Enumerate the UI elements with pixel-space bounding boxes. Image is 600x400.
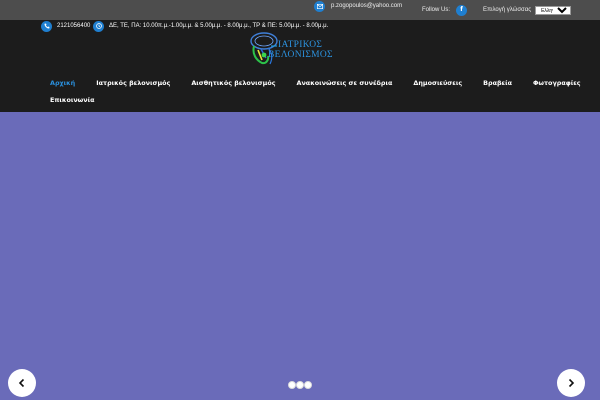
- facebook-icon[interactable]: f: [456, 4, 468, 16]
- nav-row-2: Επικοινωνία: [50, 93, 115, 107]
- envelope-icon: [314, 0, 325, 12]
- email-contact[interactable]: p.zogopoulos@yahoo.com: [314, 0, 402, 12]
- slider-prev-button[interactable]: [8, 369, 36, 397]
- email-link[interactable]: p.zogopoulos@yahoo.com: [331, 3, 402, 9]
- logo-line-2: ΒΕΛΟΝΙΣΜΟΣ: [268, 50, 333, 60]
- slider-dot[interactable]: [304, 381, 312, 389]
- nav-row-1: Αρχική Ιατρικός βελονισμός Αισθητικός βε…: [50, 76, 600, 90]
- nav-item-contact[interactable]: Επικοινωνία: [50, 96, 94, 104]
- nav-item-awards[interactable]: Βραβεία: [483, 79, 512, 87]
- chevron-left-icon: [18, 378, 25, 388]
- nav-item-aesthetic-acupuncture[interactable]: Αισθητικός βελονισμός: [191, 79, 275, 87]
- top-bar: p.zogopoulos@yahoo.com Follow Us: f Επιλ…: [0, 0, 600, 20]
- nav-item-photos[interactable]: Φωτογραφίες: [533, 79, 581, 87]
- language-selector: Επιλογή γλώσσας Ελληνικά: [483, 5, 572, 15]
- chevron-right-icon: [568, 378, 575, 388]
- phone-info[interactable]: 2121056400: [41, 20, 90, 32]
- logo-line-1: ΙΑΤΡΙΚΟΣ: [278, 40, 323, 50]
- slider-dot[interactable]: [296, 381, 304, 389]
- phone-number[interactable]: 2121056400: [57, 23, 90, 29]
- language-label: Επιλογή γλώσσας: [483, 7, 532, 13]
- nav-item-home[interactable]: Αρχική: [50, 79, 75, 87]
- language-select[interactable]: Ελληνικά: [535, 5, 572, 15]
- slider-pagination: [288, 381, 312, 389]
- follow-us: Follow Us: f: [422, 4, 468, 16]
- slider-dot[interactable]: [288, 381, 296, 389]
- nav-item-medical-acupuncture[interactable]: Ιατρικός βελονισμός: [96, 79, 170, 87]
- phone-icon: [41, 20, 52, 32]
- slider-next-button[interactable]: [557, 369, 585, 397]
- opening-hours: ΔΕ, ΤΕ, ΠΑ: 10.00π.μ.-1.00μ.μ. & 5.00μ.μ…: [109, 23, 329, 29]
- site-logo[interactable]: ΙΑΤΡΙΚΟΣ ΒΕΛΟΝΙΣΜΟΣ: [244, 30, 354, 70]
- nav-item-publications[interactable]: Δημοσιεύσεις: [413, 79, 462, 87]
- site-header: 2121056400 ΔΕ, ΤΕ, ΠΑ: 10.00π.μ.-1.00μ.μ…: [0, 20, 600, 112]
- clock-icon: [93, 20, 104, 32]
- nav-item-conference-announcements[interactable]: Ανακοινώσεις σε συνέδρια: [297, 79, 393, 87]
- follow-label: Follow Us:: [422, 7, 451, 13]
